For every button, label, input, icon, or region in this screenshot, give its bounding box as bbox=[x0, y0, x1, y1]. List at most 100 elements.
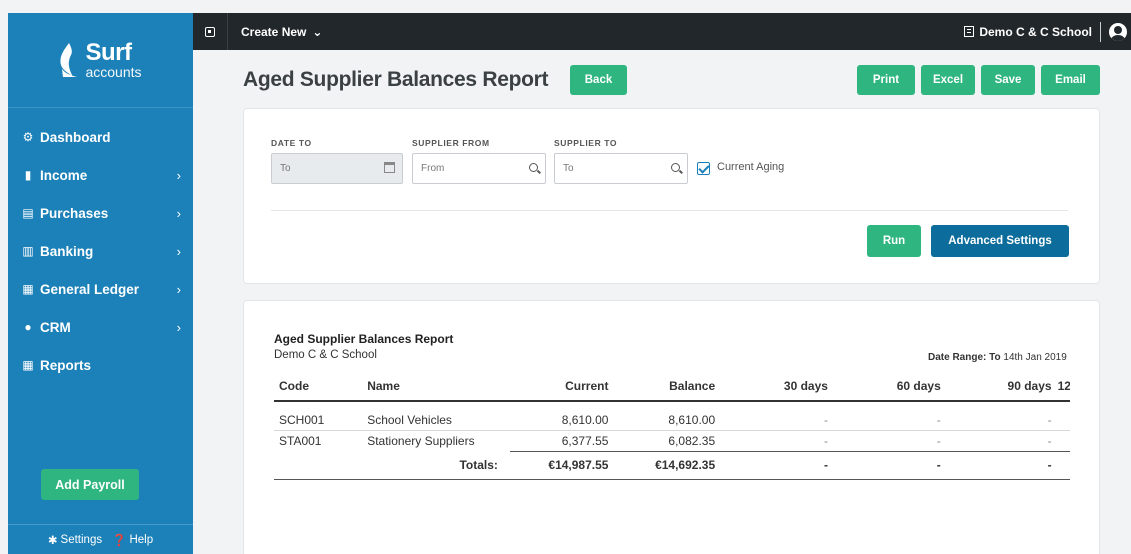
date-range: Date Range: To 14th Jan 2019 bbox=[928, 352, 1067, 363]
supplier-from-input[interactable]: From bbox=[412, 153, 546, 184]
cell-empty bbox=[274, 451, 363, 480]
cell-balance: 8,610.00 bbox=[612, 401, 720, 431]
sidebar-item-purchases[interactable]: ▤ Purchases › bbox=[8, 194, 193, 232]
user-avatar-icon[interactable] bbox=[1109, 22, 1127, 41]
sidebar-item-income[interactable]: ▮ Income › bbox=[8, 156, 193, 194]
banking-icon: ▥ bbox=[22, 244, 34, 258]
chevron-right-icon: › bbox=[176, 167, 181, 183]
search-icon[interactable] bbox=[671, 163, 680, 172]
table-row[interactable]: STA001 Stationery Suppliers 6,377.55 6,0… bbox=[274, 430, 1070, 451]
date-to-input[interactable]: To bbox=[271, 153, 403, 184]
run-button[interactable]: Run bbox=[867, 225, 921, 257]
sidebar-item-label: Reports bbox=[40, 357, 92, 373]
filters-panel bbox=[243, 108, 1100, 284]
column-header-code[interactable]: Code bbox=[274, 372, 363, 402]
sidebar-item-label: Banking bbox=[40, 243, 94, 259]
general-ledger-icon: ▦ bbox=[22, 282, 34, 296]
totals-30-days: - bbox=[719, 450, 832, 480]
print-button[interactable]: Print bbox=[857, 65, 915, 95]
date-to-label: DATE TO bbox=[271, 138, 312, 148]
cell-code: STA001 bbox=[279, 433, 322, 448]
sidebar-item-general-ledger[interactable]: ▦ General Ledger › bbox=[8, 270, 193, 308]
divider bbox=[1100, 21, 1101, 42]
excel-button[interactable]: Excel bbox=[921, 65, 975, 95]
sidebar-footer: ✱ Settings ❓ Help bbox=[8, 524, 193, 554]
column-header-90-days[interactable]: 90 days bbox=[944, 372, 1056, 402]
column-header-120-days[interactable]: 120+ days bbox=[1055, 372, 1070, 402]
company-name[interactable]: Demo C & C School bbox=[979, 25, 1092, 39]
totals-row: Totals: €14,987.55 €14,692.35 - - - bbox=[274, 450, 1070, 480]
column-header-30-days[interactable]: 30 days bbox=[719, 372, 832, 402]
sidebar: Surf accounts ⚙ Dashboard ▮ Income › ▤ Purch… bbox=[8, 13, 193, 554]
chevron-right-icon: › bbox=[176, 243, 181, 259]
sidebar-item-crm[interactable]: ● CRM › bbox=[8, 308, 193, 346]
date-range-to: To bbox=[989, 352, 1001, 363]
cell-name: Stationery Suppliers bbox=[367, 433, 475, 448]
sidebar-item-banking[interactable]: ▥ Banking › bbox=[8, 232, 193, 270]
current-aging-checkbox[interactable] bbox=[697, 162, 710, 175]
sidebar-item-label: Purchases bbox=[40, 205, 109, 221]
sidebar-item-reports[interactable]: ▦ Reports bbox=[8, 346, 193, 384]
totals-90-days: - bbox=[944, 450, 1056, 480]
help-icon: ❓ bbox=[112, 534, 127, 547]
calendar-icon bbox=[384, 162, 395, 173]
income-icon: ▮ bbox=[24, 168, 32, 182]
chevron-right-icon: › bbox=[176, 205, 181, 221]
cell-current: 8,610.00 bbox=[509, 401, 613, 431]
page-title: Aged Supplier Balances Report bbox=[243, 68, 549, 91]
divider bbox=[271, 210, 1068, 211]
supplier-to-placeholder: To bbox=[563, 163, 574, 174]
back-button[interactable]: Back bbox=[570, 65, 627, 95]
search-icon[interactable] bbox=[529, 163, 538, 172]
cell-current: 6,377.55 bbox=[561, 433, 609, 448]
sidebar-item-label: Dashboard bbox=[40, 129, 111, 145]
toggle-icon bbox=[205, 26, 215, 37]
date-range-value: 14th Jan 2019 bbox=[1003, 352, 1067, 363]
email-button[interactable]: Email bbox=[1041, 65, 1100, 95]
column-header-60-days[interactable]: 60 days bbox=[831, 372, 945, 402]
gear-icon: ✱ bbox=[47, 534, 58, 547]
column-header-balance[interactable]: Balance bbox=[612, 372, 720, 402]
supplier-to-input[interactable]: To bbox=[554, 153, 688, 184]
save-button[interactable]: Save bbox=[981, 65, 1035, 95]
column-header-name[interactable]: Name bbox=[362, 372, 510, 402]
column-header-current[interactable]: Current bbox=[509, 372, 613, 402]
top-bar: Create New ⌄ Demo C & C School bbox=[193, 13, 1131, 50]
brand-name: Surf bbox=[85, 39, 132, 66]
table-row[interactable]: SCH001 School Vehicles 8,610.00 8,610.00… bbox=[274, 401, 1070, 431]
help-link[interactable]: ❓ Help bbox=[112, 533, 153, 547]
cell-120-days bbox=[1056, 430, 1070, 451]
chevron-right-icon: › bbox=[176, 319, 181, 335]
help-label: Help bbox=[129, 533, 154, 546]
report-company: Demo C & C School bbox=[274, 349, 377, 361]
report-title: Aged Supplier Balances Report bbox=[274, 332, 454, 346]
surf-logo[interactable]: Surf accounts bbox=[8, 13, 193, 108]
supplier-to-label: SUPPLIER TO bbox=[554, 138, 618, 148]
cell-30-days: - bbox=[719, 401, 832, 431]
cell-120-days bbox=[1055, 401, 1070, 431]
settings-link[interactable]: ✱ Settings bbox=[48, 533, 102, 547]
advanced-settings-button[interactable]: Advanced Settings bbox=[931, 225, 1069, 257]
cell-60-days: - bbox=[831, 401, 945, 431]
create-new-label: Create New bbox=[241, 24, 307, 39]
date-range-label: Date Range: bbox=[928, 352, 987, 363]
sidebar-item-dashboard[interactable]: ⚙ Dashboard bbox=[8, 118, 193, 156]
sidebar-toggle-button[interactable] bbox=[193, 13, 228, 50]
building-icon bbox=[964, 26, 975, 37]
cell-90-days: - bbox=[1047, 433, 1052, 448]
brand-subtitle: accounts bbox=[85, 64, 142, 80]
create-new-dropdown[interactable]: Create New ⌄ bbox=[241, 25, 322, 39]
supplier-from-placeholder: From bbox=[421, 163, 445, 174]
supplier-from-label: SUPPLIER FROM bbox=[412, 138, 490, 148]
cell-name: School Vehicles bbox=[362, 401, 510, 431]
wave-logo-icon bbox=[60, 43, 78, 77]
totals-label: Totals: bbox=[362, 451, 510, 480]
cell-90-days: - bbox=[944, 401, 1056, 431]
cell-code: SCH001 bbox=[274, 401, 363, 431]
add-payroll-button[interactable]: Add Payroll bbox=[41, 469, 139, 500]
date-to-placeholder: To bbox=[280, 163, 291, 174]
totals-60-days: - bbox=[831, 450, 945, 480]
totals-balance: €14,692.35 bbox=[612, 450, 720, 480]
chevron-right-icon: › bbox=[176, 281, 181, 297]
cell-60-days: - bbox=[936, 433, 941, 448]
